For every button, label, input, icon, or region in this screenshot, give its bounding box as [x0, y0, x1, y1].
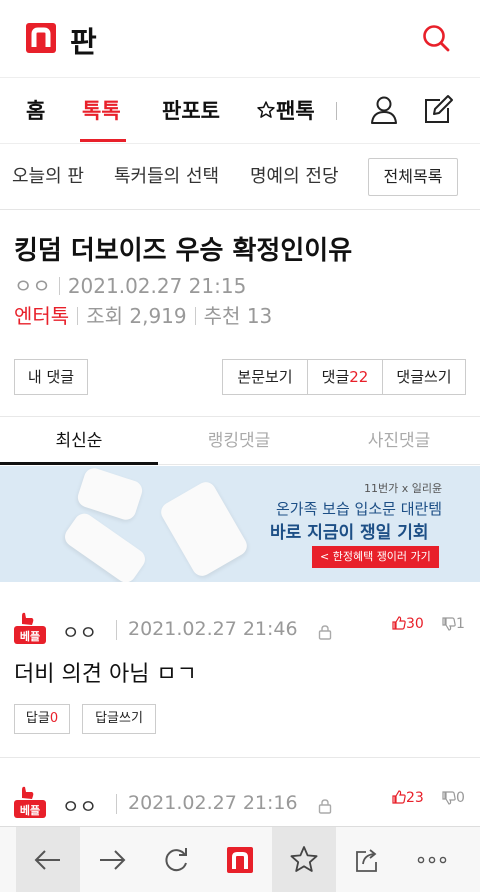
back-arrow-icon [34, 850, 60, 870]
comment-list: 베플 ㅇㅇ 2021.02.27 21:46 30 1 더비 의견 아님 ㅁㄱ … [0, 582, 480, 826]
write-icon[interactable] [420, 92, 456, 128]
post-author: ㅇㅇ [14, 274, 51, 298]
more-button[interactable] [400, 827, 464, 892]
dislike-button[interactable]: 1 [442, 616, 465, 632]
post-category[interactable]: 엔터톡 [14, 304, 69, 328]
ad-banner[interactable]: 11번가 x 일리윤 온가족 보습 입소문 대란템 바로 지금이 쟁일 기회 <… [0, 466, 480, 582]
comment-datetime: 2021.02.27 21:16 [128, 792, 298, 814]
best-comment-badge: 베플 [14, 786, 46, 818]
ad-subheadline: 바로 지금이 쟁일 기회 [270, 523, 429, 543]
subnav-item-talker-choice[interactable]: 톡커들의 선택 [114, 144, 219, 210]
comments-button[interactable]: 댓글22 [307, 359, 383, 395]
post-stats-line: 엔터톡 조회 2,919 추천 13 [14, 300, 272, 329]
like-count: 30 [406, 616, 424, 632]
post-datetime: 2021.02.27 21:15 [67, 274, 247, 298]
browser-toolbar [0, 826, 480, 892]
my-comments-button[interactable]: 내 댓글 [14, 359, 88, 395]
recommend-label: 추천 [203, 304, 241, 328]
product-image [61, 509, 149, 582]
user-icon[interactable] [366, 92, 402, 128]
nate-logo-icon [227, 847, 253, 873]
nav-item-panphoto[interactable]: 판포토 [162, 78, 220, 144]
refresh-button[interactable] [144, 827, 208, 892]
comment-sort-tabs: 최신순 랭킹댓글 사진댓글 [0, 417, 480, 465]
nate-logo-icon[interactable] [26, 23, 56, 53]
comments-label: 댓글 [321, 368, 350, 386]
write-reply-button[interactable]: 답글쓰기 [82, 704, 156, 734]
comment-separator [116, 794, 117, 814]
home-button[interactable] [208, 827, 272, 892]
reply-label: 답글 [25, 711, 50, 726]
subnav-item-today[interactable]: 오늘의 판 [12, 144, 84, 210]
product-image [157, 478, 251, 580]
tab-photo[interactable]: 사진댓글 [320, 417, 478, 465]
view-post-button[interactable]: 본문보기 [222, 359, 308, 395]
forward-button[interactable] [80, 827, 144, 892]
post-author-line: ㅇㅇ 2021.02.27 21:15 [14, 270, 246, 299]
nav-item-fantalk[interactable]: 팬톡 [256, 78, 315, 144]
ad-headline: 온가족 보습 입소문 대란템 [276, 500, 443, 518]
thumbs-down-icon [442, 791, 456, 805]
comment-item: 베플 ㅇㅇ 2021.02.27 21:46 30 1 더비 의견 아님 ㅁㄱ … [0, 582, 480, 758]
subnav-item-hall-of-fame[interactable]: 명예의 전당 [250, 144, 339, 210]
reply-count: 0 [49, 711, 59, 726]
badge-label: 베플 [20, 803, 40, 817]
like-button[interactable]: 30 [392, 616, 424, 632]
main-nav: 홈 톡톡 판포토 팬톡 [0, 78, 480, 144]
nav-item-toktok[interactable]: 톡톡 [82, 78, 121, 144]
dislike-count: 0 [456, 790, 465, 806]
back-button[interactable] [16, 827, 80, 892]
ad-cta-button[interactable]: < 한정혜택 쟁이러 가기 [312, 546, 439, 568]
thumbs-down-icon [442, 617, 456, 631]
post-title: 킹덤 더보이즈 우승 확정인이유 [14, 236, 353, 266]
share-button[interactable] [336, 827, 400, 892]
like-count: 23 [406, 790, 424, 806]
badge-label: 베플 [20, 629, 40, 643]
nav-active-indicator [80, 139, 126, 142]
site-title[interactable]: 판 [70, 19, 97, 61]
comment-author: ㅇㅇ [62, 796, 97, 818]
forward-arrow-icon [100, 850, 126, 870]
comments-count: 22 [349, 368, 369, 386]
views-count: 2,919 [129, 304, 187, 328]
tab-ranking[interactable]: 랭킹댓글 [160, 417, 318, 465]
search-icon[interactable] [418, 21, 454, 57]
comment-item: 베플 ㅇㅇ 2021.02.27 21:16 23 0 [0, 758, 480, 826]
dislike-count: 1 [456, 616, 465, 632]
like-button[interactable]: 23 [392, 790, 424, 806]
lock-icon [318, 625, 332, 640]
nav-item-label: 팬톡 [276, 99, 315, 123]
comment-text: 더비 의견 아님 ㅁㄱ [14, 662, 197, 687]
full-list-button[interactable]: 전체목록 [368, 158, 458, 196]
star-icon [290, 846, 318, 872]
nav-divider [336, 102, 337, 120]
share-icon [356, 849, 377, 872]
comment-datetime: 2021.02.27 21:46 [128, 618, 298, 640]
refresh-icon [165, 848, 187, 872]
write-comment-button[interactable]: 댓글쓰기 [382, 359, 466, 395]
reply-button[interactable]: 답글0 [14, 704, 70, 734]
app-header: 판 [0, 0, 480, 78]
more-icon [417, 856, 447, 864]
comment-author: ㅇㅇ [62, 622, 97, 644]
thumbs-up-icon [392, 790, 406, 804]
comment-separator [116, 620, 117, 640]
dislike-button[interactable]: 0 [442, 790, 465, 806]
ad-brand: 11번가 x 일리윤 [364, 482, 443, 495]
thumbs-up-icon [392, 616, 406, 630]
views-label: 조회 [86, 304, 124, 328]
tab-latest[interactable]: 최신순 [0, 417, 158, 465]
bookmark-button[interactable] [272, 827, 336, 892]
star-outline-icon [257, 101, 275, 118]
recommend-count: 13 [246, 304, 273, 328]
nav-item-home[interactable]: 홈 [26, 78, 45, 144]
best-comment-badge: 베플 [14, 612, 46, 644]
lock-icon [318, 799, 332, 814]
